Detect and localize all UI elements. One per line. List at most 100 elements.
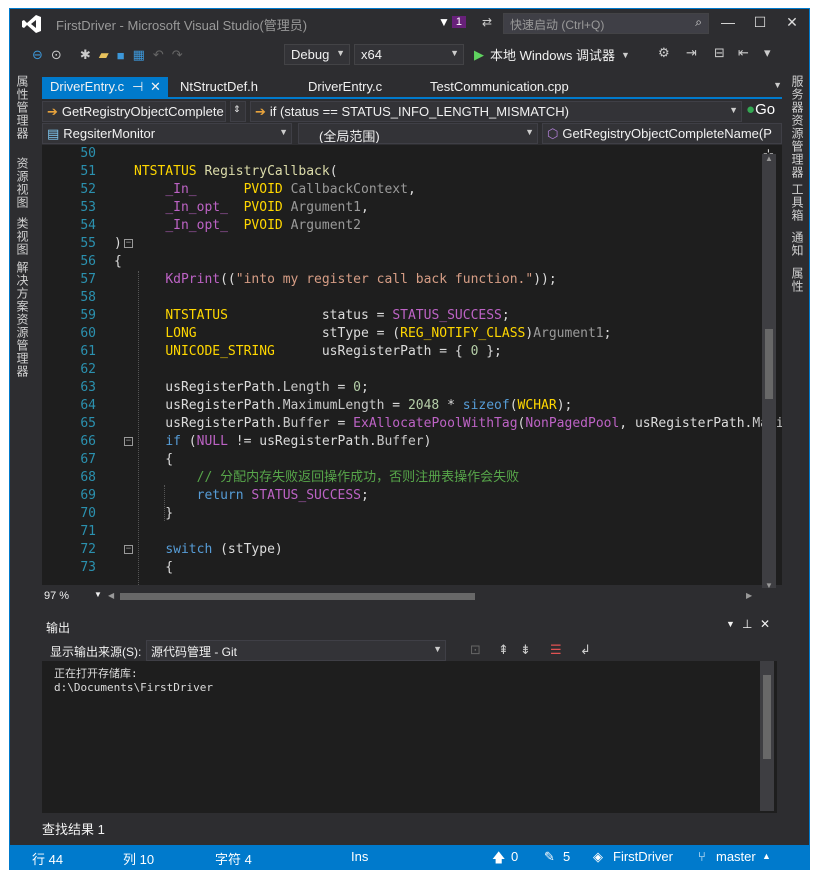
back-icon[interactable]: ⊖ [32, 47, 43, 63]
line-number: 63 [80, 380, 96, 395]
panel-server-explorer[interactable]: 服务器资源管理器 [789, 75, 806, 179]
code-line: 64 usRegisterPath.MaximumLength = 2048 *… [42, 397, 782, 415]
go-label: Go [755, 101, 776, 118]
nav-updown[interactable]: ⇕ [230, 101, 246, 122]
line-number: 70 [80, 506, 96, 521]
attach-icon[interactable]: ⚙ [658, 45, 670, 61]
editor-vertical-scrollbar[interactable]: ▲ ▼ [762, 154, 776, 594]
panel-resource-view[interactable]: 资源视图 [14, 157, 31, 209]
code-line: 56 { [42, 253, 782, 271]
output-vertical-scrollbar[interactable] [760, 661, 774, 811]
publish-icon[interactable]: 🡅 [492, 849, 505, 871]
function-dropdown[interactable]: ⬡ GetRegistryObjectCompleteName(P [542, 123, 782, 144]
close-icon[interactable]: ✕ [150, 79, 161, 95]
left-dock-bar: 属性管理器 资源视图 类视图 解决方案资源管理器 [10, 71, 32, 831]
platform-dropdown[interactable]: x64 ▼ [354, 44, 464, 65]
find-message-icon[interactable]: ⊡ [470, 642, 481, 658]
project-dropdown[interactable]: ▤ RegsiterMonitor ▼ [42, 123, 292, 144]
notifications[interactable]: ▼ 1 [438, 15, 467, 29]
repo-icon: ◈ [593, 849, 603, 864]
tab-driverentry[interactable]: DriverEntry.c [300, 77, 418, 98]
panel-menu-icon[interactable]: ▼ [726, 619, 735, 629]
output-scroll-thumb[interactable] [763, 675, 771, 759]
chevron-down-icon: ▼ [433, 644, 442, 654]
quick-launch-input[interactable]: 快速启动 (Ctrl+Q) ⌕ [503, 13, 709, 34]
vs-logo-icon [18, 10, 46, 38]
line-number: 54 [80, 218, 96, 233]
line-number: 72 [80, 542, 96, 557]
code-text: _In_opt_ PVOID Argument1, [165, 200, 369, 215]
code-line: 58 [42, 289, 782, 307]
zoom-dropdown[interactable]: 97 % ▼ [44, 590, 102, 602]
status-unpushed[interactable]: 0 [511, 849, 518, 864]
forward-icon[interactable]: ⊙ [51, 47, 62, 63]
scope-dropdown[interactable]: (全局范围) ▼ [298, 123, 538, 144]
word-wrap-icon[interactable]: ↲ [580, 642, 591, 658]
chevron-up-icon[interactable]: ▲ [762, 851, 771, 861]
open-folder-icon[interactable]: ▰ [99, 47, 109, 63]
step-icon[interactable]: ⇥ [686, 45, 697, 61]
code-line: 61 UNICODE_STRING usRegisterPath = { 0 }… [42, 343, 782, 361]
new-item-icon[interactable]: ✱ [80, 47, 91, 63]
close-button[interactable]: ✕ [782, 14, 802, 31]
feedback-icon[interactable]: ⇄ [482, 15, 492, 29]
line-number: 60 [80, 326, 96, 341]
arrow-right-icon: ➔ [255, 104, 266, 119]
minimize-button[interactable]: — [718, 14, 738, 30]
line-number: 65 [80, 416, 96, 431]
redo-icon[interactable]: ↷ [172, 47, 183, 63]
indent-icon[interactable]: ⇤ [738, 45, 749, 61]
status-branch[interactable]: master [716, 849, 756, 864]
chevron-down-icon: ▼ [94, 590, 102, 599]
save-icon[interactable]: ■ [117, 48, 125, 63]
collapse-icon[interactable]: − [124, 239, 133, 248]
tab-ntstructdef[interactable]: NtStructDef.h [172, 77, 296, 98]
go-button[interactable]: ●Go [746, 101, 775, 118]
scroll-right-icon[interactable]: ▶ [746, 591, 752, 600]
nav-scope-value: if (status == STATUS_INFO_LENGTH_MISMATC… [269, 104, 569, 119]
tab-list-dropdown-icon[interactable]: ▼ [773, 80, 782, 90]
scroll-up-icon[interactable]: ▲ [765, 154, 773, 163]
panel-notifications[interactable]: 通知 [789, 231, 806, 257]
pin-icon[interactable]: ⊥ [742, 617, 752, 631]
nav-member-dropdown[interactable]: ➔ GetRegistryObjectComplete [42, 101, 226, 122]
tab-testcommunication[interactable]: TestCommunication.cpp [422, 77, 592, 98]
scroll-thumb[interactable] [765, 329, 773, 399]
output-source-dropdown[interactable]: 源代码管理 - Git ▼ [146, 640, 446, 661]
bookmark-icon[interactable]: ⊟ [714, 45, 725, 61]
panel-toolbox[interactable]: 工具箱 [789, 183, 806, 222]
collapse-icon[interactable]: − [124, 437, 133, 446]
tab-driverentry-active[interactable]: DriverEntry.c ⊣ ✕ [42, 77, 168, 98]
output-text-area[interactable]: 正在打开存储库: d:\Documents\FirstDriver [42, 661, 777, 813]
output-title: 输出 [46, 621, 71, 635]
output-toolbar: 显示输出来源(S): 源代码管理 - Git ▼ ⊡ ⇞ ⇟ ☰ ↲ [42, 639, 777, 661]
code-text: ) [114, 236, 122, 251]
status-repository[interactable]: FirstDriver [613, 849, 673, 864]
toolbar-overflow-icon[interactable]: ▾ [764, 45, 771, 61]
save-all-icon[interactable]: ▦ [133, 47, 145, 63]
nav-scope-dropdown[interactable]: ➔ if (status == STATUS_INFO_LENGTH_MISMAT… [250, 101, 742, 122]
collapse-icon[interactable]: − [124, 545, 133, 554]
scroll-left-icon[interactable]: ◀ [108, 591, 114, 600]
panel-properties[interactable]: 属性 [789, 267, 806, 293]
code-line: 73 { [42, 559, 782, 577]
run-label: 本地 Windows 调试器 [490, 48, 615, 63]
panel-property-manager[interactable]: 属性管理器 [14, 75, 31, 140]
panel-solution-explorer[interactable]: 解决方案资源管理器 [14, 261, 31, 378]
undo-icon[interactable]: ↶ [153, 47, 164, 63]
config-dropdown[interactable]: Debug ▼ [284, 44, 350, 65]
clear-all-icon[interactable]: ☰ [550, 642, 562, 658]
code-line: 59 NTSTATUS status = STATUS_SUCCESS; [42, 307, 782, 325]
code-editor[interactable]: 50 51 NTSTATUS RegistryCallback( 52 _In_ … [42, 145, 782, 585]
pin-icon[interactable]: ⊣ [132, 79, 143, 95]
horizontal-scroll-thumb[interactable] [120, 593, 475, 600]
next-message-icon[interactable]: ⇟ [520, 642, 531, 658]
platform-value: x64 [361, 47, 382, 62]
status-pending-changes[interactable]: 5 [563, 849, 570, 864]
prev-message-icon[interactable]: ⇞ [498, 642, 509, 658]
panel-class-view[interactable]: 类视图 [14, 217, 31, 256]
tab-find-results[interactable]: 查找结果 1 [42, 819, 105, 838]
start-debugger-button[interactable]: ▶ 本地 Windows 调试器 ▼ [474, 45, 630, 64]
close-icon[interactable]: ✕ [760, 617, 770, 631]
maximize-button[interactable]: ☐ [750, 14, 770, 31]
